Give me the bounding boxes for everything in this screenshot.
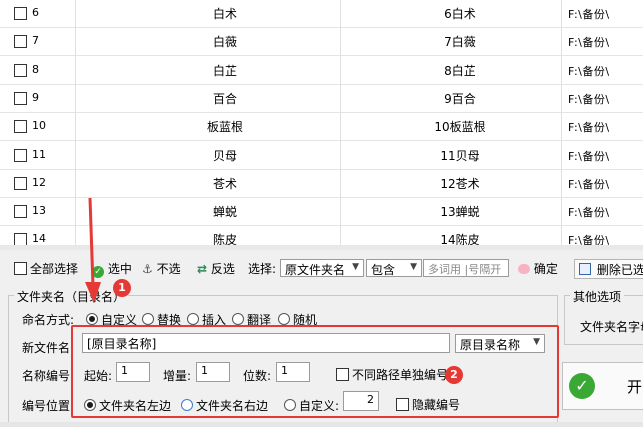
annotation-arrow <box>85 197 101 303</box>
